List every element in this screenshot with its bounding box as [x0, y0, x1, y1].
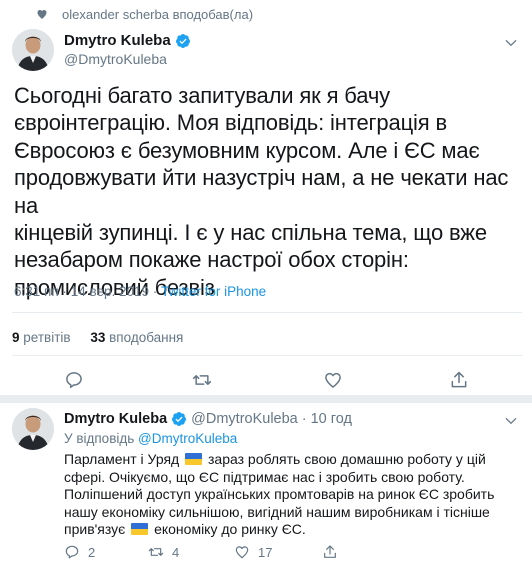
retweet-icon	[148, 548, 164, 556]
verified-badge-icon	[172, 412, 187, 426]
author-handle[interactable]: @DmytroKuleba	[64, 51, 167, 67]
reply-age[interactable]: 10 год	[311, 411, 352, 427]
reply-header: Dmytro Kuleba @DmytroKuleba · 10 год	[64, 411, 352, 427]
tweet-stats: 9 ретвітів 33 вподобання	[12, 330, 199, 345]
social-context-text[interactable]: olexander scherba вподобав(ла)	[62, 7, 253, 22]
author-name[interactable]: Dmytro Kuleba	[64, 32, 171, 49]
reply-text: Парламент і Уряд зараз роблять свою дома…	[64, 451, 524, 539]
verified-badge-icon	[175, 33, 190, 48]
tweet-meta: 6:31 пп · 14 вер. 2019 · Twitter for iPh…	[14, 284, 266, 299]
retweets-label: ретвітів	[23, 330, 71, 345]
tweet-text-line: Сьогодні багато запитували як я бачу	[14, 83, 391, 108]
divider	[12, 312, 522, 313]
share-icon[interactable]	[449, 370, 469, 390]
reply-action[interactable]: 2	[64, 544, 95, 560]
section-separator	[0, 395, 532, 403]
tweet-source[interactable]: Twitter for iPhone	[161, 284, 266, 299]
tweet-text: Сьогодні багато запитували як я бачу євр…	[14, 82, 522, 301]
heart-icon[interactable]	[323, 370, 343, 390]
share-icon	[324, 545, 336, 558]
reply-text-part: економіку до ринку ЄС.	[154, 521, 306, 537]
avatar[interactable]	[12, 408, 54, 450]
divider	[12, 355, 522, 356]
tweet-time[interactable]: 6:31 пп	[14, 284, 59, 299]
reply-text-part: Парламент і Уряд	[64, 451, 180, 467]
likes-count: 33	[90, 330, 106, 345]
chevron-down-icon[interactable]	[504, 36, 518, 50]
retweet-count: 4	[172, 544, 180, 560]
retweets-stat[interactable]: 9 ретвітів	[12, 330, 90, 345]
tweet-text-line: євроінтеграцію. Моя відповідь: інтеграці…	[14, 110, 448, 136]
reply-author-handle[interactable]: @DmytroKuleba	[191, 411, 298, 427]
heart-icon	[235, 546, 249, 559]
likes-label: вподобання	[109, 330, 184, 345]
reply-icon	[65, 545, 79, 559]
replying-to-handle[interactable]: @DmytroKuleba	[138, 431, 237, 446]
likes-stat[interactable]: 33 вподобання	[90, 330, 199, 345]
tweet-actions	[0, 370, 532, 390]
chevron-down-icon[interactable]	[504, 414, 518, 428]
reply-count: 2	[88, 544, 96, 560]
tweet-text-line: кінцевій зупинці. І є у нас спільна тема…	[14, 220, 487, 246]
retweet-icon[interactable]	[192, 370, 212, 390]
like-action[interactable]: 17	[234, 544, 272, 560]
ukraine-flag-emoji	[185, 453, 203, 465]
social-context: olexander scherba вподобав(ла)	[0, 0, 532, 26]
meta-separator: ·	[62, 284, 67, 299]
ukraine-flag-emoji	[131, 523, 149, 535]
reply-icon[interactable]	[64, 370, 84, 390]
share-action[interactable]	[322, 544, 338, 560]
tweet-text-line: незабаром покаже настрої обох сторін:	[14, 247, 409, 273]
replying-to: У відповідь @DmytroKuleba	[64, 431, 237, 446]
reply-author-name[interactable]: Dmytro Kuleba	[64, 411, 167, 427]
like-count: 17	[258, 544, 273, 560]
retweet-action[interactable]: 4	[148, 544, 179, 560]
tweet-text-line: Євросоюз є безумовним курсом. Але і ЄС м…	[14, 137, 480, 163]
meta-separator: ·	[152, 284, 158, 299]
tweet-date[interactable]: 14 вер. 2019	[71, 284, 149, 299]
heart-icon	[37, 10, 47, 19]
avatar[interactable]	[12, 29, 54, 71]
meta-separator: ·	[301, 411, 307, 427]
retweets-count: 9	[12, 330, 20, 345]
tweet-text-line: продовжувати йти назустріч нам, а не чек…	[14, 165, 509, 218]
reply-actions: 2 4 17	[64, 544, 464, 562]
replying-to-prefix: У відповідь	[64, 431, 135, 446]
